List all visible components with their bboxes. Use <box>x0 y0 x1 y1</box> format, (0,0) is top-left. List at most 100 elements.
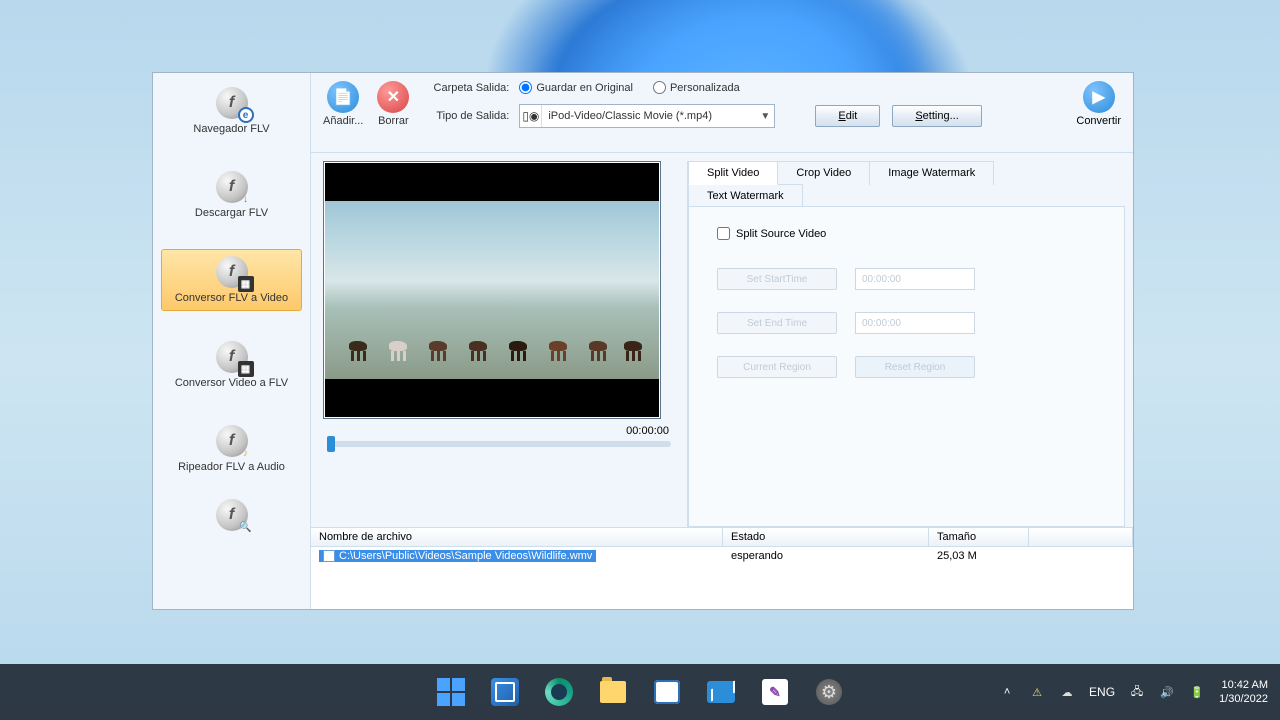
output-folder-row: Carpeta Salida: Guardar en Original Pers… <box>423 81 1042 94</box>
flv-download-icon: f↓ <box>216 171 248 203</box>
radio-custom[interactable]: Personalizada <box>653 81 740 94</box>
tab-content-split: Split Source Video Set StartTime Set End… <box>688 206 1125 527</box>
letterbox-bottom <box>325 379 659 417</box>
file-icon <box>323 550 335 562</box>
sidebar-item-conversor-video-flv[interactable]: f▦ Conversor Video a FLV <box>161 335 302 395</box>
letterbox-top <box>325 163 659 201</box>
video-preview <box>323 161 661 419</box>
tray-time: 10:42 AM <box>1219 678 1268 692</box>
sidebar-item-navegador-flv[interactable]: fe Navegador FLV <box>161 81 302 141</box>
cell-filename: C:\Users\Public\Videos\Sample Videos\Wil… <box>311 547 723 568</box>
output-format-label: Tipo de Salida: <box>423 110 509 122</box>
edit-button[interactable]: Edit <box>815 105 880 127</box>
add-icon: 📄 <box>327 81 359 113</box>
search-icon: f🔍 <box>216 499 248 531</box>
video-content <box>325 201 659 379</box>
tray-battery-icon[interactable]: 🔋 <box>1189 684 1205 700</box>
widgets-button[interactable] <box>483 670 527 714</box>
settings-button[interactable] <box>807 670 851 714</box>
tray-shield-icon[interactable]: ⚠ <box>1029 684 1045 700</box>
app-window: fe Navegador FLV f↓ Descargar FLV f▦ Con… <box>152 72 1134 610</box>
reset-region-button[interactable]: Reset Region <box>855 356 975 378</box>
file-list: Nombre de archivo Estado Tamaño C:\Users… <box>311 527 1133 609</box>
preview-frame <box>325 163 659 417</box>
set-start-time-button[interactable]: Set StartTime <box>717 268 837 290</box>
sidebar-item-label: Navegador FLV <box>193 123 269 135</box>
end-time-input[interactable] <box>855 312 975 334</box>
delete-button[interactable]: ✕ Borrar <box>377 81 409 127</box>
tray-clock[interactable]: 10:42 AM 1/30/2022 <box>1219 678 1268 707</box>
sidebar-item-label: Ripeador FLV a Audio <box>178 461 285 473</box>
sidebar-item-label: Conversor Video a FLV <box>175 377 288 389</box>
horses-scene <box>325 321 659 361</box>
format-select[interactable]: ▯◉ iPod-Video/Classic Movie (*.mp4) ▼ <box>519 104 775 128</box>
edge-button[interactable] <box>537 670 581 714</box>
start-time-input[interactable] <box>855 268 975 290</box>
split-source-checkbox[interactable]: Split Source Video <box>717 227 1096 240</box>
sidebar: fe Navegador FLV f↓ Descargar FLV f▦ Con… <box>153 73 311 609</box>
app-button[interactable]: ✎ <box>753 670 797 714</box>
toolbar: 📄 Añadir... ✕ Borrar Carpeta Salida: Gua… <box>311 73 1133 153</box>
format-value: iPod-Video/Classic Movie (*.mp4) <box>542 110 756 122</box>
delete-label: Borrar <box>378 115 409 127</box>
tray-date: 1/30/2022 <box>1219 692 1268 706</box>
file-list-body: C:\Users\Public\Videos\Sample Videos\Wil… <box>311 547 1133 609</box>
add-button[interactable]: 📄 Añadir... <box>323 81 363 127</box>
dropdown-caret-icon: ▼ <box>756 111 774 122</box>
ipod-icon: ▯◉ <box>520 105 542 127</box>
sidebar-item-ripeador-flv-audio[interactable]: f♪ Ripeador FLV a Audio <box>161 419 302 479</box>
col-empty <box>1029 528 1133 546</box>
file-row[interactable]: C:\Users\Public\Videos\Sample Videos\Wil… <box>311 547 1133 568</box>
setting-button[interactable]: Setting... <box>892 105 981 127</box>
taskbar: ✎ ˄ ⚠ ☁ ENG 🖧 🔊 🔋 10:42 AM 1/30/2022 <box>0 664 1280 720</box>
col-size[interactable]: Tamaño <box>929 528 1029 546</box>
tray-volume-icon[interactable]: 🔊 <box>1159 684 1175 700</box>
tray-language[interactable]: ENG <box>1089 685 1115 699</box>
sidebar-item-descargar-flv[interactable]: f↓ Descargar FLV <box>161 165 302 225</box>
sidebar-item-label: Conversor FLV a Video <box>175 292 288 304</box>
tabs-panel: Split Video Crop Video Image Watermark T… <box>687 161 1133 527</box>
main-panel: 📄 Añadir... ✕ Borrar Carpeta Salida: Gua… <box>311 73 1133 609</box>
video-to-flv-icon: f▦ <box>216 341 248 373</box>
middle-section: 00:00:00 Split Video Crop Video Image Wa… <box>311 153 1133 527</box>
tab-row: Split Video Crop Video Image Watermark T… <box>688 161 1133 206</box>
output-folder-label: Carpeta Salida: <box>423 82 509 94</box>
radio-save-original[interactable]: Guardar en Original <box>519 81 633 94</box>
convert-label: Convertir <box>1076 115 1121 127</box>
current-region-button[interactable]: Current Region <box>717 356 837 378</box>
tab-split-video[interactable]: Split Video <box>688 161 778 185</box>
preview-column: 00:00:00 <box>323 161 675 527</box>
flv-to-audio-icon: f♪ <box>216 425 248 457</box>
time-display: 00:00:00 <box>323 419 675 441</box>
flv-to-video-icon: f▦ <box>216 256 248 288</box>
tray-network-icon[interactable]: 🖧 <box>1129 684 1145 700</box>
file-explorer-button[interactable] <box>591 670 635 714</box>
col-state[interactable]: Estado <box>723 528 929 546</box>
sidebar-item-search[interactable]: f🔍 <box>161 493 302 537</box>
tray-onedrive-icon[interactable]: ☁ <box>1059 684 1075 700</box>
sidebar-item-conversor-flv-video[interactable]: f▦ Conversor FLV a Video <box>161 249 302 311</box>
convert-button[interactable]: ▶ Convertir <box>1076 81 1121 127</box>
seek-thumb[interactable] <box>327 436 335 452</box>
cell-size: 25,03 M <box>929 547 1029 568</box>
tab-image-watermark[interactable]: Image Watermark <box>869 161 994 185</box>
flv-browser-icon: fe <box>216 87 248 119</box>
set-end-time-button[interactable]: Set End Time <box>717 312 837 334</box>
col-filename[interactable]: Nombre de archivo <box>311 528 723 546</box>
store-button[interactable] <box>645 670 689 714</box>
sidebar-item-label: Descargar FLV <box>195 207 268 219</box>
toolbar-mid: Carpeta Salida: Guardar en Original Pers… <box>423 81 1042 128</box>
tab-crop-video[interactable]: Crop Video <box>777 161 870 185</box>
output-radio-group: Guardar en Original Personalizada <box>519 81 739 94</box>
start-button[interactable] <box>429 670 473 714</box>
seek-slider[interactable] <box>327 441 671 447</box>
delete-icon: ✕ <box>377 81 409 113</box>
output-format-row: Tipo de Salida: ▯◉ iPod-Video/Classic Mo… <box>423 104 1042 128</box>
tray-chevron-icon[interactable]: ˄ <box>999 684 1015 700</box>
file-list-header: Nombre de archivo Estado Tamaño <box>311 528 1133 547</box>
mail-button[interactable] <box>699 670 743 714</box>
add-label: Añadir... <box>323 115 363 127</box>
cell-state: esperando <box>723 547 929 568</box>
tab-text-watermark[interactable]: Text Watermark <box>688 184 803 207</box>
system-tray: ˄ ⚠ ☁ ENG 🖧 🔊 🔋 10:42 AM 1/30/2022 <box>999 678 1268 707</box>
